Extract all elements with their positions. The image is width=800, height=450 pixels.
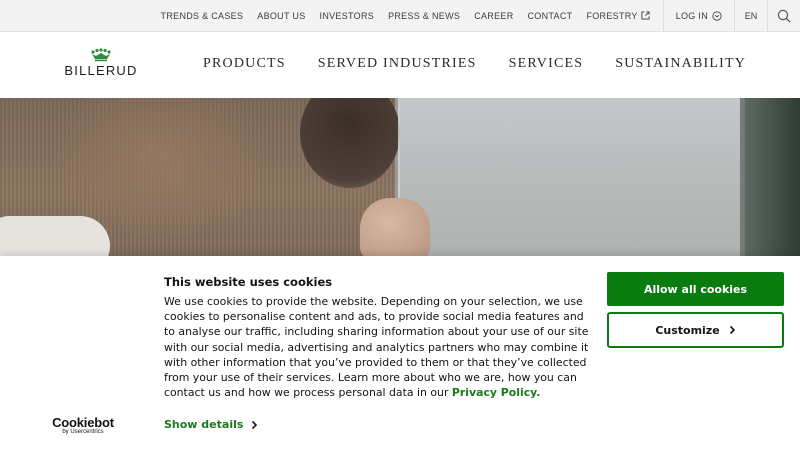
- utility-links: TRENDS & CASES ABOUT US INVESTORS PRESS …: [154, 0, 663, 31]
- customize-button[interactable]: Customize: [607, 312, 784, 348]
- top-link-contact[interactable]: CONTACT: [528, 11, 573, 21]
- hero-image: [0, 98, 800, 256]
- cookie-banner: Cookiebot by Usercentrics This website u…: [0, 256, 800, 450]
- nav-served-industries[interactable]: SERVED INDUSTRIES: [318, 56, 477, 72]
- cookiebot-wordmark: Cookiebot: [52, 415, 114, 430]
- chevron-right-icon: [729, 325, 735, 335]
- top-link-forestry-label: FORESTRY: [586, 10, 638, 21]
- billerud-logo[interactable]: BILLERUD: [61, 48, 141, 84]
- crown-icon: [91, 48, 111, 62]
- hero-sleeve: [0, 216, 110, 256]
- privacy-policy-link[interactable]: Privacy Policy.: [452, 386, 541, 399]
- main-header: BILLERUD PRODUCTS SERVED INDUSTRIES SERV…: [0, 32, 800, 98]
- search-icon: [777, 9, 791, 22]
- nav-sustainability[interactable]: SUSTAINABILITY: [615, 56, 746, 72]
- top-link-career[interactable]: CAREER: [474, 11, 513, 21]
- chevron-right-icon: [252, 420, 258, 429]
- top-link-investors[interactable]: INVESTORS: [320, 11, 375, 21]
- nav-products[interactable]: PRODUCTS: [203, 56, 286, 72]
- external-link-icon: [641, 11, 650, 20]
- show-details-link[interactable]: Show details: [164, 418, 258, 431]
- cookiebot-logo: Cookiebot by Usercentrics: [48, 416, 118, 442]
- customize-label: Customize: [655, 323, 720, 337]
- search-button[interactable]: [768, 0, 800, 31]
- top-link-press-news[interactable]: PRESS & NEWS: [388, 11, 460, 21]
- login-button[interactable]: LOG IN: [664, 0, 734, 31]
- cookie-title: This website uses cookies: [164, 275, 333, 289]
- hero-background-plants: [745, 98, 800, 256]
- allow-all-cookies-button[interactable]: Allow all cookies: [607, 272, 784, 306]
- cookie-description-text: We use cookies to provide the website. D…: [164, 295, 589, 400]
- top-link-about-us[interactable]: ABOUT US: [257, 11, 305, 21]
- hero-hand: [360, 198, 430, 256]
- logo-wordmark: BILLERUD: [64, 63, 138, 78]
- primary-nav: PRODUCTS SERVED INDUSTRIES SERVICES SUST…: [203, 56, 746, 72]
- cookie-description: We use cookies to provide the website. D…: [164, 294, 598, 400]
- hero-window: [400, 98, 740, 256]
- login-label: LOG IN: [675, 10, 708, 21]
- nav-services[interactable]: SERVICES: [509, 56, 584, 72]
- top-link-trends-cases[interactable]: TRENDS & CASES: [161, 11, 244, 21]
- top-link-forestry[interactable]: FORESTRY: [586, 10, 650, 21]
- cookiebot-subtitle: by Usercentrics: [62, 429, 104, 435]
- utility-bar: TRENDS & CASES ABOUT US INVESTORS PRESS …: [0, 0, 800, 32]
- show-details-label: Show details: [164, 418, 244, 431]
- chevron-down-circle-icon: [712, 10, 722, 21]
- language-selector[interactable]: EN: [735, 0, 767, 31]
